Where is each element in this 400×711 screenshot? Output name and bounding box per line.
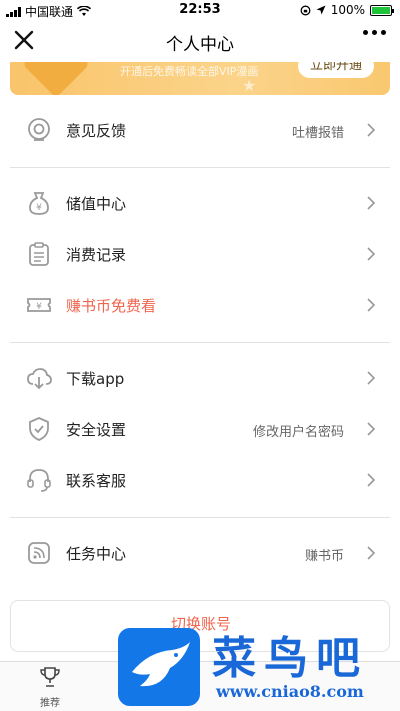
menu-item-label: 意见反馈 (66, 122, 127, 140)
trophy-icon (40, 667, 60, 687)
page-title: 个人中心 (166, 35, 234, 55)
watermark: 菜鸟吧 www.cniao8.com (112, 620, 400, 711)
menu-item-label: 赚书币免费看 (66, 297, 157, 315)
menu-item-feedback[interactable]: 意见反馈 吐槽报错 (0, 108, 400, 152)
status-bar: 中国联通 22:53 100% (0, 0, 400, 20)
vip-banner[interactable]: 开通后免费畅读全部VIP漫画 立即开通 ★ (10, 62, 390, 95)
clipboard-icon (29, 242, 49, 266)
nav-bar: 个人中心 (0, 20, 400, 62)
chevron-right-icon (367, 298, 376, 312)
ticket-icon: ¥ (27, 298, 51, 312)
menu-item-extra: 赚书币 (304, 549, 344, 564)
menu-item-support[interactable]: 联系客服 (0, 458, 400, 502)
location-icon (316, 5, 326, 15)
tab-recommend[interactable]: 推荐 (24, 666, 76, 709)
menu-item-recharge[interactable]: ¥ 储值中心 (0, 181, 400, 225)
shield-icon (29, 417, 49, 441)
cloud-download-icon (27, 368, 52, 390)
chevron-right-icon (367, 247, 376, 261)
divider (10, 342, 390, 343)
chevron-right-icon (367, 123, 376, 137)
menu-item-earn-coins[interactable]: ¥ 赚书币免费看 (0, 283, 400, 327)
divider (10, 167, 390, 168)
menu-item-label: 下载app (66, 370, 125, 388)
headset-icon (27, 469, 51, 492)
watermark-url: www.cniao8.com (216, 682, 364, 701)
gem-icon (22, 62, 90, 95)
menu-item-label: 储值中心 (66, 195, 127, 213)
menu-item-label: 联系客服 (66, 472, 127, 490)
menu-item-download[interactable]: 下载app (0, 356, 400, 400)
bird-logo-icon (118, 628, 200, 706)
svg-text:¥: ¥ (36, 203, 42, 213)
watermark-title: 菜鸟吧 (212, 633, 368, 684)
chevron-right-icon (367, 371, 376, 385)
menu-item-label: 消费记录 (66, 246, 127, 264)
feedback-icon (28, 118, 50, 141)
menu-item-records[interactable]: 消费记录 (0, 232, 400, 276)
chevron-right-icon (367, 473, 376, 487)
money-bag-icon: ¥ (29, 192, 49, 215)
chevron-right-icon (367, 422, 376, 436)
menu-item-label: 安全设置 (66, 421, 127, 439)
menu-item-extra: 吐槽报错 (291, 126, 344, 141)
divider (10, 517, 390, 518)
tab-label: 推荐 (40, 698, 60, 709)
vip-open-button[interactable]: 立即开通 (297, 62, 374, 78)
vip-subtitle: 开通后免费畅读全部VIP漫画 (120, 65, 259, 78)
status-right: 100% (300, 3, 394, 17)
battery-percent: 100% (330, 3, 365, 17)
more-icon[interactable] (363, 30, 386, 35)
rotation-lock-icon (300, 5, 311, 15)
battery-icon (370, 4, 394, 16)
chevron-right-icon (367, 546, 376, 560)
rss-icon (28, 542, 50, 564)
star-icon: ★ (242, 76, 257, 95)
menu-item-label: 任务中心 (66, 545, 127, 563)
menu-item-security[interactable]: 安全设置 修改用户名密码 (0, 407, 400, 451)
menu-item-tasks[interactable]: 任务中心 赚书币 (0, 531, 400, 575)
chevron-right-icon (367, 196, 376, 210)
menu-item-extra: 修改用户名密码 (252, 425, 344, 440)
svg-text:¥: ¥ (36, 302, 42, 312)
